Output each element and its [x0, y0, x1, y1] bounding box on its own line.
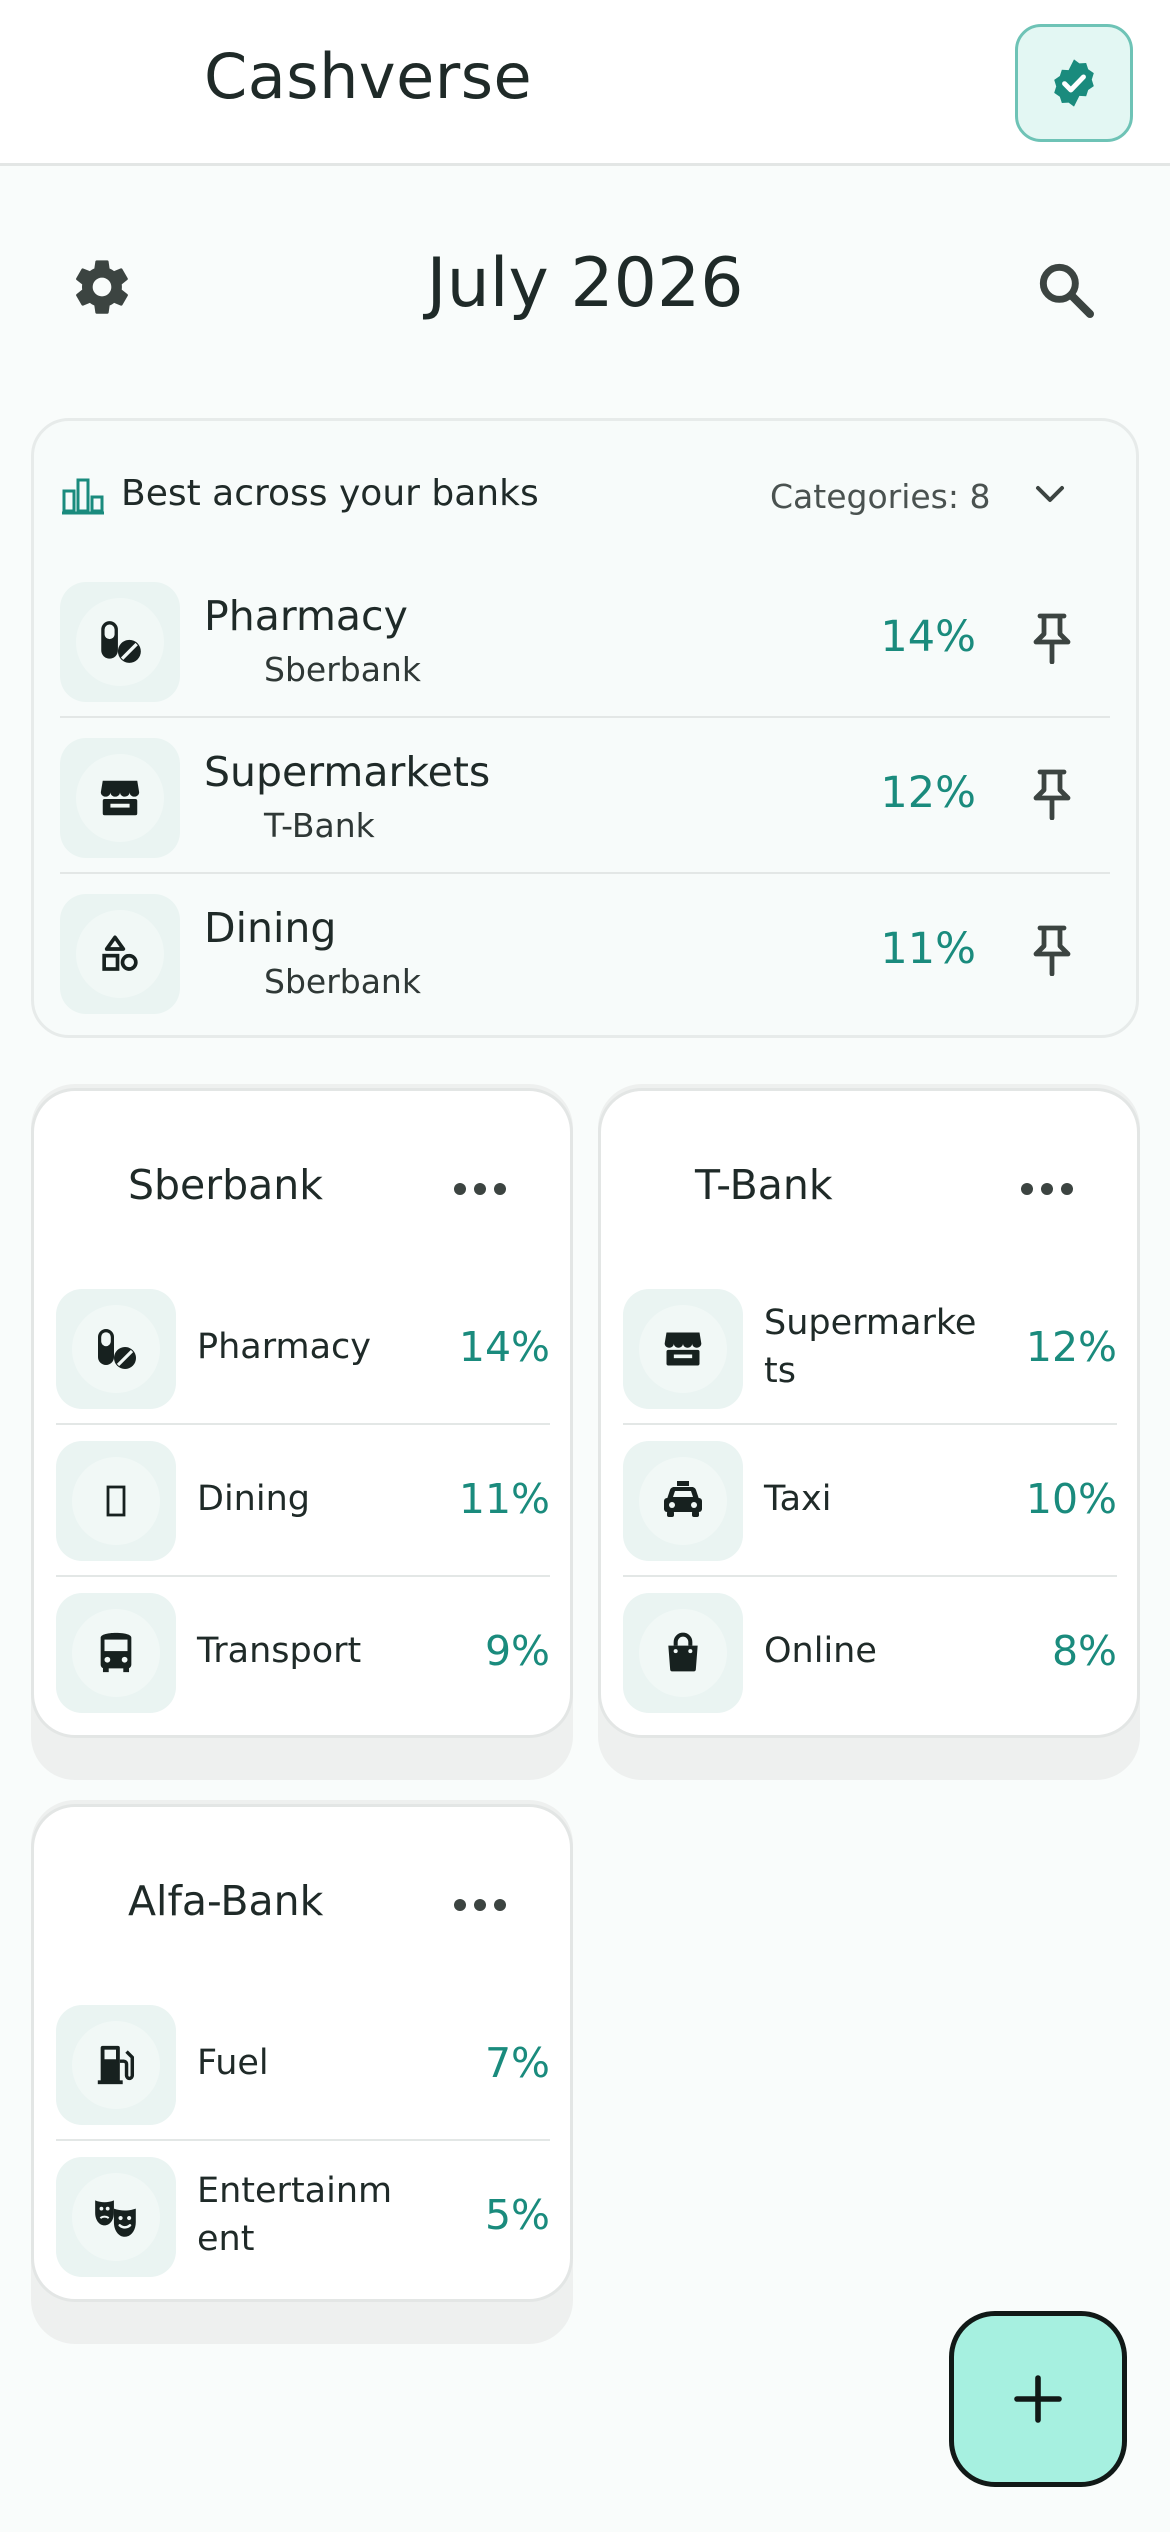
category-icon-tile: [56, 1593, 176, 1713]
category-icon-tile: [623, 1289, 743, 1409]
store-icon: [100, 780, 140, 816]
category-name: Dining: [204, 904, 337, 952]
month-title: July 2026: [426, 244, 744, 323]
cashback-percent: 11%: [880, 924, 976, 974]
bank-item-taxi[interactable]: Taxi 10%: [623, 1425, 1117, 1577]
cashback-percent: 11%: [458, 1475, 550, 1523]
category-icon-tile: [56, 1441, 176, 1561]
expand-toggle[interactable]: [1030, 480, 1070, 510]
bar-chart-icon: [62, 477, 104, 515]
add-category-button[interactable]: [949, 2311, 1127, 2487]
search-icon: [1039, 263, 1094, 318]
bank-item-supermarkets[interactable]: Supermarkets 12%: [623, 1273, 1117, 1425]
pin-icon: [1033, 925, 1071, 977]
more-dots-icon: [454, 1183, 466, 1195]
category-name: Entertainment: [197, 2171, 393, 2259]
shopping-bag-icon: [668, 1632, 698, 1672]
more-dots-icon: [454, 1899, 466, 1911]
bank-card-title: Sberbank: [128, 1161, 324, 1209]
bank-item-entertainment[interactable]: Entertainment 5%: [56, 2141, 550, 2293]
pin-button[interactable]: [1030, 768, 1074, 821]
bank-item-pharmacy[interactable]: Pharmacy 14%: [56, 1273, 550, 1425]
cashback-percent: 14%: [880, 612, 976, 662]
category-name: Transport: [197, 1631, 362, 1671]
category-icon-tile: [56, 1289, 176, 1409]
fuel-pump-icon: [97, 2045, 135, 2085]
cashback-percent: 8%: [1051, 1627, 1117, 1675]
pills-icon: [98, 1329, 136, 1369]
app-title: Cashverse: [204, 40, 533, 113]
bank-item-fuel[interactable]: Fuel 7%: [56, 1989, 550, 2141]
search-button[interactable]: [1034, 258, 1098, 322]
bank-item-transport[interactable]: Transport 9%: [56, 1577, 550, 1729]
best-row-supermarkets[interactable]: Supermarkets T-Bank 12%: [60, 718, 1110, 874]
bank-item-online[interactable]: Online 8%: [623, 1577, 1117, 1729]
pin-button[interactable]: [1030, 612, 1074, 665]
bank-card-t-bank[interactable]: T-Bank Supermarkets 12% Taxi 10% Online …: [598, 1088, 1140, 1738]
taxi-icon: [664, 1481, 702, 1517]
cashback-percent: 10%: [1025, 1475, 1117, 1523]
cashback-percent: 7%: [484, 2039, 550, 2087]
shapes-icon: [102, 935, 138, 971]
bank-name: Sberbank: [264, 650, 421, 689]
category-icon-tile: [60, 894, 180, 1014]
more-dots-icon: [1021, 1183, 1033, 1195]
app-bar: [0, 0, 1170, 166]
cashback-percent: 9%: [484, 1627, 550, 1675]
bank-card-title: T-Bank: [695, 1161, 833, 1209]
categories-count: Categories: 8: [770, 477, 991, 516]
bank-card-alfa-bank[interactable]: Alfa-Bank Fuel 7% Entertainment 5%: [31, 1804, 573, 2302]
category-name: Taxi: [764, 1479, 832, 1519]
bank-card-title: Alfa-Bank: [128, 1877, 324, 1925]
theater-masks-icon: [95, 2200, 136, 2237]
store-icon: [664, 1332, 702, 1366]
category-name: Pharmacy: [197, 1327, 372, 1367]
verified-badge-icon: [1054, 59, 1094, 107]
category-icon-tile: [56, 2157, 176, 2277]
bus-icon: [100, 1632, 132, 1673]
chevron-down-icon: [1036, 486, 1064, 502]
category-name: Online: [764, 1631, 877, 1671]
more-options-button[interactable]: [1021, 1183, 1073, 1195]
best-row-dining[interactable]: Dining Sberbank 11%: [60, 874, 1110, 1030]
category-icon-tile: [60, 582, 180, 702]
category-name: Fuel: [197, 2043, 269, 2083]
verified-badge-button[interactable]: [1015, 24, 1133, 142]
category-name: Pharmacy: [204, 592, 408, 640]
more-options-button[interactable]: [454, 1899, 506, 1911]
bank-name: Sberbank: [264, 962, 421, 1001]
pin-icon: [1033, 769, 1071, 821]
cashback-percent: 12%: [880, 768, 976, 818]
category-icon-tile: [56, 2005, 176, 2125]
cashback-percent: 12%: [1025, 1323, 1117, 1371]
cashback-percent: 14%: [458, 1323, 550, 1371]
bank-card-sberbank[interactable]: Sberbank Pharmacy 14% Dining 11% Transpo…: [31, 1088, 573, 1738]
bank-name: T-Bank: [264, 806, 375, 845]
category-icon-tile: [623, 1593, 743, 1713]
category-icon-tile: [60, 738, 180, 858]
best-title: Best across your banks: [121, 473, 539, 514]
category-name: Dining: [197, 1479, 310, 1519]
cashback-percent: 5%: [484, 2191, 550, 2239]
pin-icon: [1033, 613, 1071, 665]
best-row-pharmacy[interactable]: Pharmacy Sberbank 14%: [60, 562, 1110, 718]
bank-item-dining[interactable]: Dining 11%: [56, 1425, 550, 1577]
pills-icon: [101, 621, 141, 663]
category-icon-tile: [623, 1441, 743, 1561]
more-options-button[interactable]: [454, 1183, 506, 1195]
category-name: Supermarkets: [764, 1303, 977, 1391]
missing-glyph-icon: [106, 1485, 126, 1517]
plus-icon: [1014, 2375, 1062, 2423]
pin-button[interactable]: [1030, 924, 1074, 977]
category-name: Supermarkets: [204, 748, 491, 796]
